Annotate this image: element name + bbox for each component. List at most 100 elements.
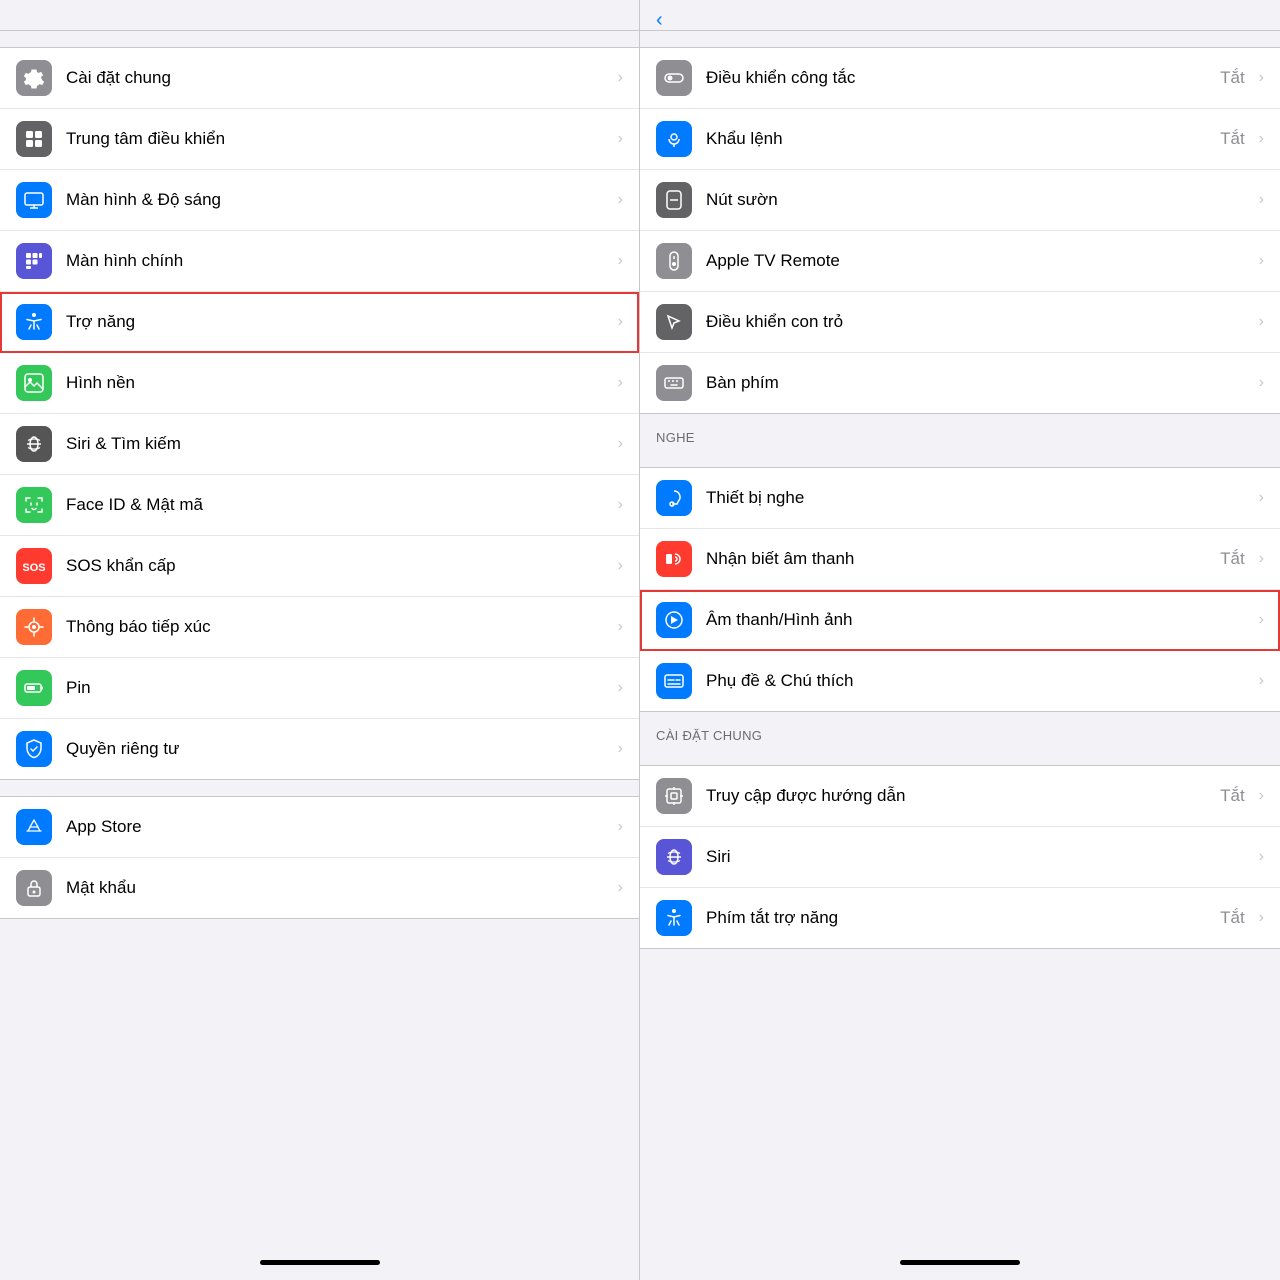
- chevron-right-icon: ›: [1259, 69, 1264, 87]
- home-indicator: [260, 1260, 380, 1265]
- left-item-label-trung-tam-dieu-khien: Trung tâm điều khiển: [66, 129, 610, 149]
- left-item-label-app-store: App Store: [66, 817, 610, 837]
- right-item-am-thanh-hinh-anh[interactable]: Âm thanh/Hình ảnh›: [640, 590, 1280, 651]
- left-item-label-thong-bao-tiep-xuc: Thông báo tiếp xúc: [66, 617, 610, 637]
- right-item-apple-tv-remote[interactable]: Apple TV Remote ›: [640, 231, 1280, 292]
- left-item-app-store[interactable]: App Store ›: [0, 797, 639, 858]
- right-item-label-truy-cap-duoc-huong-dan: Truy cập được hướng dẫn: [706, 786, 1220, 806]
- chevron-right-icon: ›: [1259, 252, 1264, 270]
- left-item-hinh-nen[interactable]: Hình nền›: [0, 353, 639, 414]
- right-settings-list: Điều khiển công tắcTắt›Khẩu lệnhTắt›Nút …: [640, 31, 1280, 1244]
- right-item-label-thiet-bi-nghe: Thiết bị nghe: [706, 488, 1251, 508]
- battery-icon: [16, 670, 52, 706]
- chevron-right-icon: ›: [1259, 787, 1264, 805]
- right-bottom-bar: [640, 1244, 1280, 1280]
- siri-icon: [16, 426, 52, 462]
- sos-icon: SOS: [16, 548, 52, 584]
- left-item-label-man-hinh-do-sang: Màn hình & Độ sáng: [66, 190, 610, 210]
- right-panel: ‹ Điều khiển công tắcTắt›Khẩu lệnhTắt›Nú…: [640, 0, 1280, 1280]
- right-item-ban-phim[interactable]: Bàn phím›: [640, 353, 1280, 413]
- left-item-thong-bao-tiep-xuc[interactable]: Thông báo tiếp xúc›: [0, 597, 639, 658]
- left-item-man-hinh-do-sang[interactable]: Màn hình & Độ sáng›: [0, 170, 639, 231]
- accessibility-shortcut-icon: [656, 900, 692, 936]
- right-item-label-khau-lenh: Khẩu lệnh: [706, 129, 1220, 149]
- back-button[interactable]: ‹: [656, 9, 665, 32]
- left-group-1: App Store › Mật khẩu ›: [0, 796, 639, 919]
- left-settings-list: Cài đặt chung›Trung tâm điều khiển›Màn h…: [0, 31, 639, 1244]
- chevron-right-icon: ›: [618, 557, 623, 575]
- left-item-man-hinh-chinh[interactable]: Màn hình chính›: [0, 231, 639, 292]
- left-item-pin[interactable]: Pin›: [0, 658, 639, 719]
- control-center-icon: [16, 121, 52, 157]
- left-item-label-cai-dat-chung: Cài đặt chung: [66, 68, 610, 88]
- left-item-label-siri-tim-kiem: Siri & Tìm kiếm: [66, 434, 610, 454]
- left-item-trung-tam-dieu-khien[interactable]: Trung tâm điều khiển›: [0, 109, 639, 170]
- siri-icon: [656, 839, 692, 875]
- section-header-1: NGHE: [640, 414, 1280, 451]
- right-item-truy-cap-duoc-huong-dan[interactable]: Truy cập được hướng dẫnTắt ›: [640, 766, 1280, 827]
- right-item-value-nhan-biet-am-thanh: Tắt: [1220, 549, 1245, 569]
- right-item-thiet-bi-nghe[interactable]: Thiết bị nghe›: [640, 468, 1280, 529]
- sound-recognition-icon: [656, 541, 692, 577]
- accessibility-icon: [16, 304, 52, 340]
- exposure-icon: [16, 609, 52, 645]
- chevron-right-icon: ›: [618, 879, 623, 897]
- left-item-sos-khan-cap[interactable]: SOS SOS khẩn cấp ›: [0, 536, 639, 597]
- left-item-cai-dat-chung[interactable]: Cài đặt chung ›: [0, 48, 639, 109]
- subtitles-icon: [656, 663, 692, 699]
- audio-visual-icon: [656, 602, 692, 638]
- svg-text:SOS: SOS: [23, 562, 45, 574]
- privacy-icon: [16, 731, 52, 767]
- pointer-control-icon: [656, 304, 692, 340]
- left-item-label-mat-khau: Mật khẩu: [66, 878, 610, 898]
- chevron-right-icon: ›: [618, 818, 623, 836]
- chevron-right-icon: ›: [1259, 550, 1264, 568]
- right-item-value-truy-cap-duoc-huong-dan: Tắt: [1220, 786, 1245, 806]
- right-item-phu-de-chu-thich[interactable]: Phụ đề & Chú thích›: [640, 651, 1280, 711]
- right-item-label-phim-tat-tro-nang: Phím tắt trợ năng: [706, 908, 1220, 928]
- right-item-label-am-thanh-hinh-anh: Âm thanh/Hình ảnh: [706, 610, 1251, 630]
- right-item-nhan-biet-am-thanh[interactable]: Nhận biết âm thanhTắt›: [640, 529, 1280, 590]
- right-item-label-siri: Siri: [706, 847, 1251, 867]
- right-item-label-apple-tv-remote: Apple TV Remote: [706, 251, 1251, 271]
- left-item-mat-khau[interactable]: Mật khẩu ›: [0, 858, 639, 918]
- left-item-siri-tim-kiem[interactable]: Siri & Tìm kiếm›: [0, 414, 639, 475]
- chevron-right-icon: ›: [618, 374, 623, 392]
- tv-remote-icon: [656, 243, 692, 279]
- right-item-khau-lenh[interactable]: Khẩu lệnhTắt›: [640, 109, 1280, 170]
- right-item-phim-tat-tro-nang[interactable]: Phím tắt trợ năngTắt›: [640, 888, 1280, 948]
- right-group-1: Thiết bị nghe›Nhận biết âm thanhTắt›Âm t…: [640, 467, 1280, 712]
- home-indicator-right: [900, 1260, 1020, 1265]
- right-item-dieu-khien-cong-tac[interactable]: Điều khiển công tắcTắt›: [640, 48, 1280, 109]
- left-item-label-pin: Pin: [66, 678, 610, 698]
- right-item-dieu-khien-con-tro[interactable]: Điều khiển con trỏ ›: [640, 292, 1280, 353]
- right-item-siri[interactable]: Siri›: [640, 827, 1280, 888]
- left-panel: Cài đặt chung›Trung tâm điều khiển›Màn h…: [0, 0, 640, 1280]
- chevron-right-icon: ›: [1259, 313, 1264, 331]
- right-item-label-dieu-khien-con-tro: Điều khiển con trỏ: [706, 312, 1251, 332]
- left-item-face-id-mat-ma[interactable]: Face ID & Mật mã›: [0, 475, 639, 536]
- left-item-tro-nang[interactable]: Trợ năng›: [0, 292, 639, 353]
- side-button-icon: [656, 182, 692, 218]
- right-header: ‹: [640, 0, 1280, 31]
- left-header: [0, 0, 639, 31]
- left-group-0: Cài đặt chung›Trung tâm điều khiển›Màn h…: [0, 47, 639, 780]
- left-item-quyen-rieng-tu[interactable]: Quyền riêng tư ›: [0, 719, 639, 779]
- back-chevron-icon: ‹: [656, 9, 663, 32]
- home-screen-icon: [16, 243, 52, 279]
- left-item-label-sos-khan-cap: SOS khẩn cấp: [66, 556, 610, 576]
- chevron-right-icon: ›: [618, 252, 623, 270]
- gear-icon: [16, 60, 52, 96]
- chevron-right-icon: ›: [1259, 191, 1264, 209]
- hearing-devices-icon: [656, 480, 692, 516]
- left-item-label-quyen-rieng-tu: Quyền riêng tư: [66, 739, 610, 759]
- chevron-right-icon: ›: [1259, 130, 1264, 148]
- right-item-value-dieu-khien-cong-tac: Tắt: [1220, 68, 1245, 88]
- switch-control-icon: [656, 60, 692, 96]
- appstore-icon: [16, 809, 52, 845]
- chevron-right-icon: ›: [618, 313, 623, 331]
- right-item-label-nut-suon: Nút sườn: [706, 190, 1251, 210]
- chevron-right-icon: ›: [618, 69, 623, 87]
- right-item-nut-suon[interactable]: Nút sườn ›: [640, 170, 1280, 231]
- chevron-right-icon: ›: [618, 740, 623, 758]
